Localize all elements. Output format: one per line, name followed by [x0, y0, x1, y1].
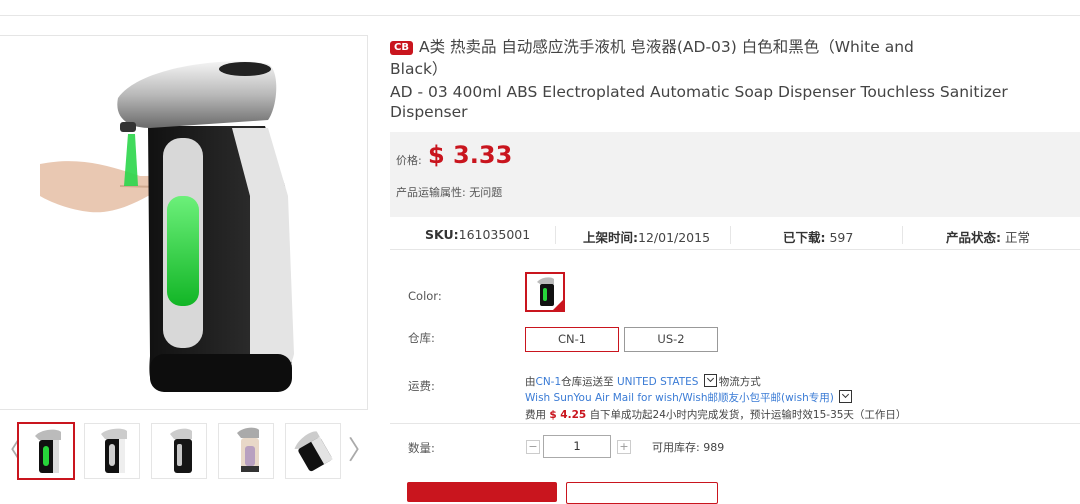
- thumbnail-2[interactable]: [84, 423, 140, 479]
- product-stats: SKU:161035001 上架时间:12/01/2015 已下载: 597 产…: [390, 221, 1080, 250]
- thumbnail-3[interactable]: [151, 423, 207, 479]
- downloads-value: 597: [829, 230, 854, 245]
- fee-value: $ 4.25: [549, 409, 587, 421]
- shipping-attribute: 产品运输属性: 无问题: [396, 186, 503, 199]
- product-info: CB A类 热卖品 自动感应洗手液机 皂液器(AD-03) 白色和黑色（White…: [390, 36, 1080, 122]
- downloads-label: 已下载:: [783, 230, 826, 245]
- thumbnail-prev-arrow[interactable]: 〈: [0, 434, 22, 468]
- price-box: 价格: $ 3.33 产品运输属性: 无问题: [390, 132, 1080, 217]
- thumbnail-5[interactable]: [285, 423, 341, 479]
- listed-label: 上架时间:: [583, 230, 638, 245]
- price-label: 价格:: [396, 154, 422, 167]
- qty-label: 数量:: [408, 441, 435, 455]
- shipping-label: 运费:: [408, 379, 435, 393]
- qty-plus-button[interactable]: +: [617, 440, 631, 454]
- selected-check-icon: [553, 300, 563, 310]
- product-title-cn: CB A类 热卖品 自动感应洗手液机 皂液器(AD-03) 白色和黑色（White…: [390, 36, 950, 80]
- carrier-dropdown-icon[interactable]: [839, 390, 853, 403]
- thumbnail-4[interactable]: [218, 423, 274, 479]
- thumbnail-1[interactable]: [17, 422, 75, 480]
- color-label: Color:: [408, 289, 442, 303]
- warehouse-us2-button[interactable]: US-2: [624, 327, 718, 352]
- thumbnail-3-image: [170, 428, 192, 473]
- soap-dispenser-image: [40, 61, 294, 392]
- thumbnail-next-arrow[interactable]: 〉: [348, 434, 374, 468]
- buy-now-button[interactable]: [407, 482, 557, 502]
- listed-value: 12/01/2015: [638, 230, 711, 245]
- thumbnail-5-image: [294, 431, 333, 472]
- sku-label: SKU:: [425, 227, 459, 242]
- qty-minus-button[interactable]: −: [526, 440, 540, 454]
- color-swatch-white-black[interactable]: [525, 272, 565, 312]
- ship-route-line: 由CN-1仓库运送至 UNITED STATES 物流方式: [525, 374, 761, 389]
- status-value: 正常: [1004, 230, 1030, 245]
- fee-line: 费用 $ 4.25 自下单成功起24小时内完成发货，预计运输时效15-35天（工…: [525, 407, 906, 422]
- stock-available: 可用库存: 989: [652, 441, 725, 454]
- warehouse-cn1-button[interactable]: CN-1: [525, 327, 619, 352]
- ship-method-label: 物流方式: [718, 376, 761, 388]
- sku-stat: SKU:161035001: [425, 227, 530, 242]
- thumbnail-4-image: [237, 427, 259, 472]
- status-label: 产品状态:: [946, 230, 1001, 245]
- downloads-stat: 已下载: 597: [783, 227, 853, 246]
- thumbnail-1-image: [35, 429, 61, 473]
- thumbnail-strip: 〈: [0, 420, 374, 482]
- ship-from: CN-1: [535, 376, 562, 388]
- country-dropdown-icon[interactable]: [703, 374, 717, 387]
- options-divider: [390, 423, 1080, 424]
- carrier-name[interactable]: Wish SunYou Air Mail for wish/Wish邮顺友小包平…: [525, 392, 834, 404]
- ship-mid: 仓库运送至: [561, 376, 614, 388]
- stats-divider: [730, 226, 731, 244]
- fee-prefix: 费用: [525, 409, 546, 421]
- ship-from-prefix: 由: [525, 376, 536, 388]
- fee-suffix: 自下单成功起24小时内完成发货，预计运输时效15-35天（工作日）: [589, 409, 907, 421]
- listed-stat: 上架时间:12/01/2015: [583, 227, 710, 246]
- main-product-image[interactable]: [0, 35, 368, 410]
- stats-divider: [555, 226, 556, 244]
- add-to-cart-button[interactable]: [566, 482, 718, 504]
- qty-input[interactable]: 1: [543, 435, 611, 458]
- carrier-line: Wish SunYou Air Mail for wish/Wish邮顺友小包平…: [525, 390, 854, 405]
- thumbnail-2-image: [101, 428, 127, 473]
- product-title-en: AD - 03 400ml ABS Electroplated Automati…: [390, 83, 1008, 121]
- stats-divider: [902, 226, 903, 244]
- warehouse-label: 仓库:: [408, 331, 435, 345]
- ship-to-country[interactable]: UNITED STATES: [617, 376, 698, 388]
- status-stat: 产品状态: 正常: [946, 227, 1030, 246]
- purchase-options: Color: 仓库: CN-1 US-2 运费: 由CN-1仓库运送至 UNIT…: [390, 262, 1080, 430]
- top-divider: [0, 15, 1080, 16]
- sku-value: 161035001: [458, 227, 531, 242]
- cb-badge: CB: [390, 41, 413, 55]
- product-title-cn-text: A类 热卖品 自动感应洗手液机 皂液器(AD-03) 白色和黑色（White a…: [390, 38, 914, 78]
- price-value: $ 3.33: [428, 141, 513, 169]
